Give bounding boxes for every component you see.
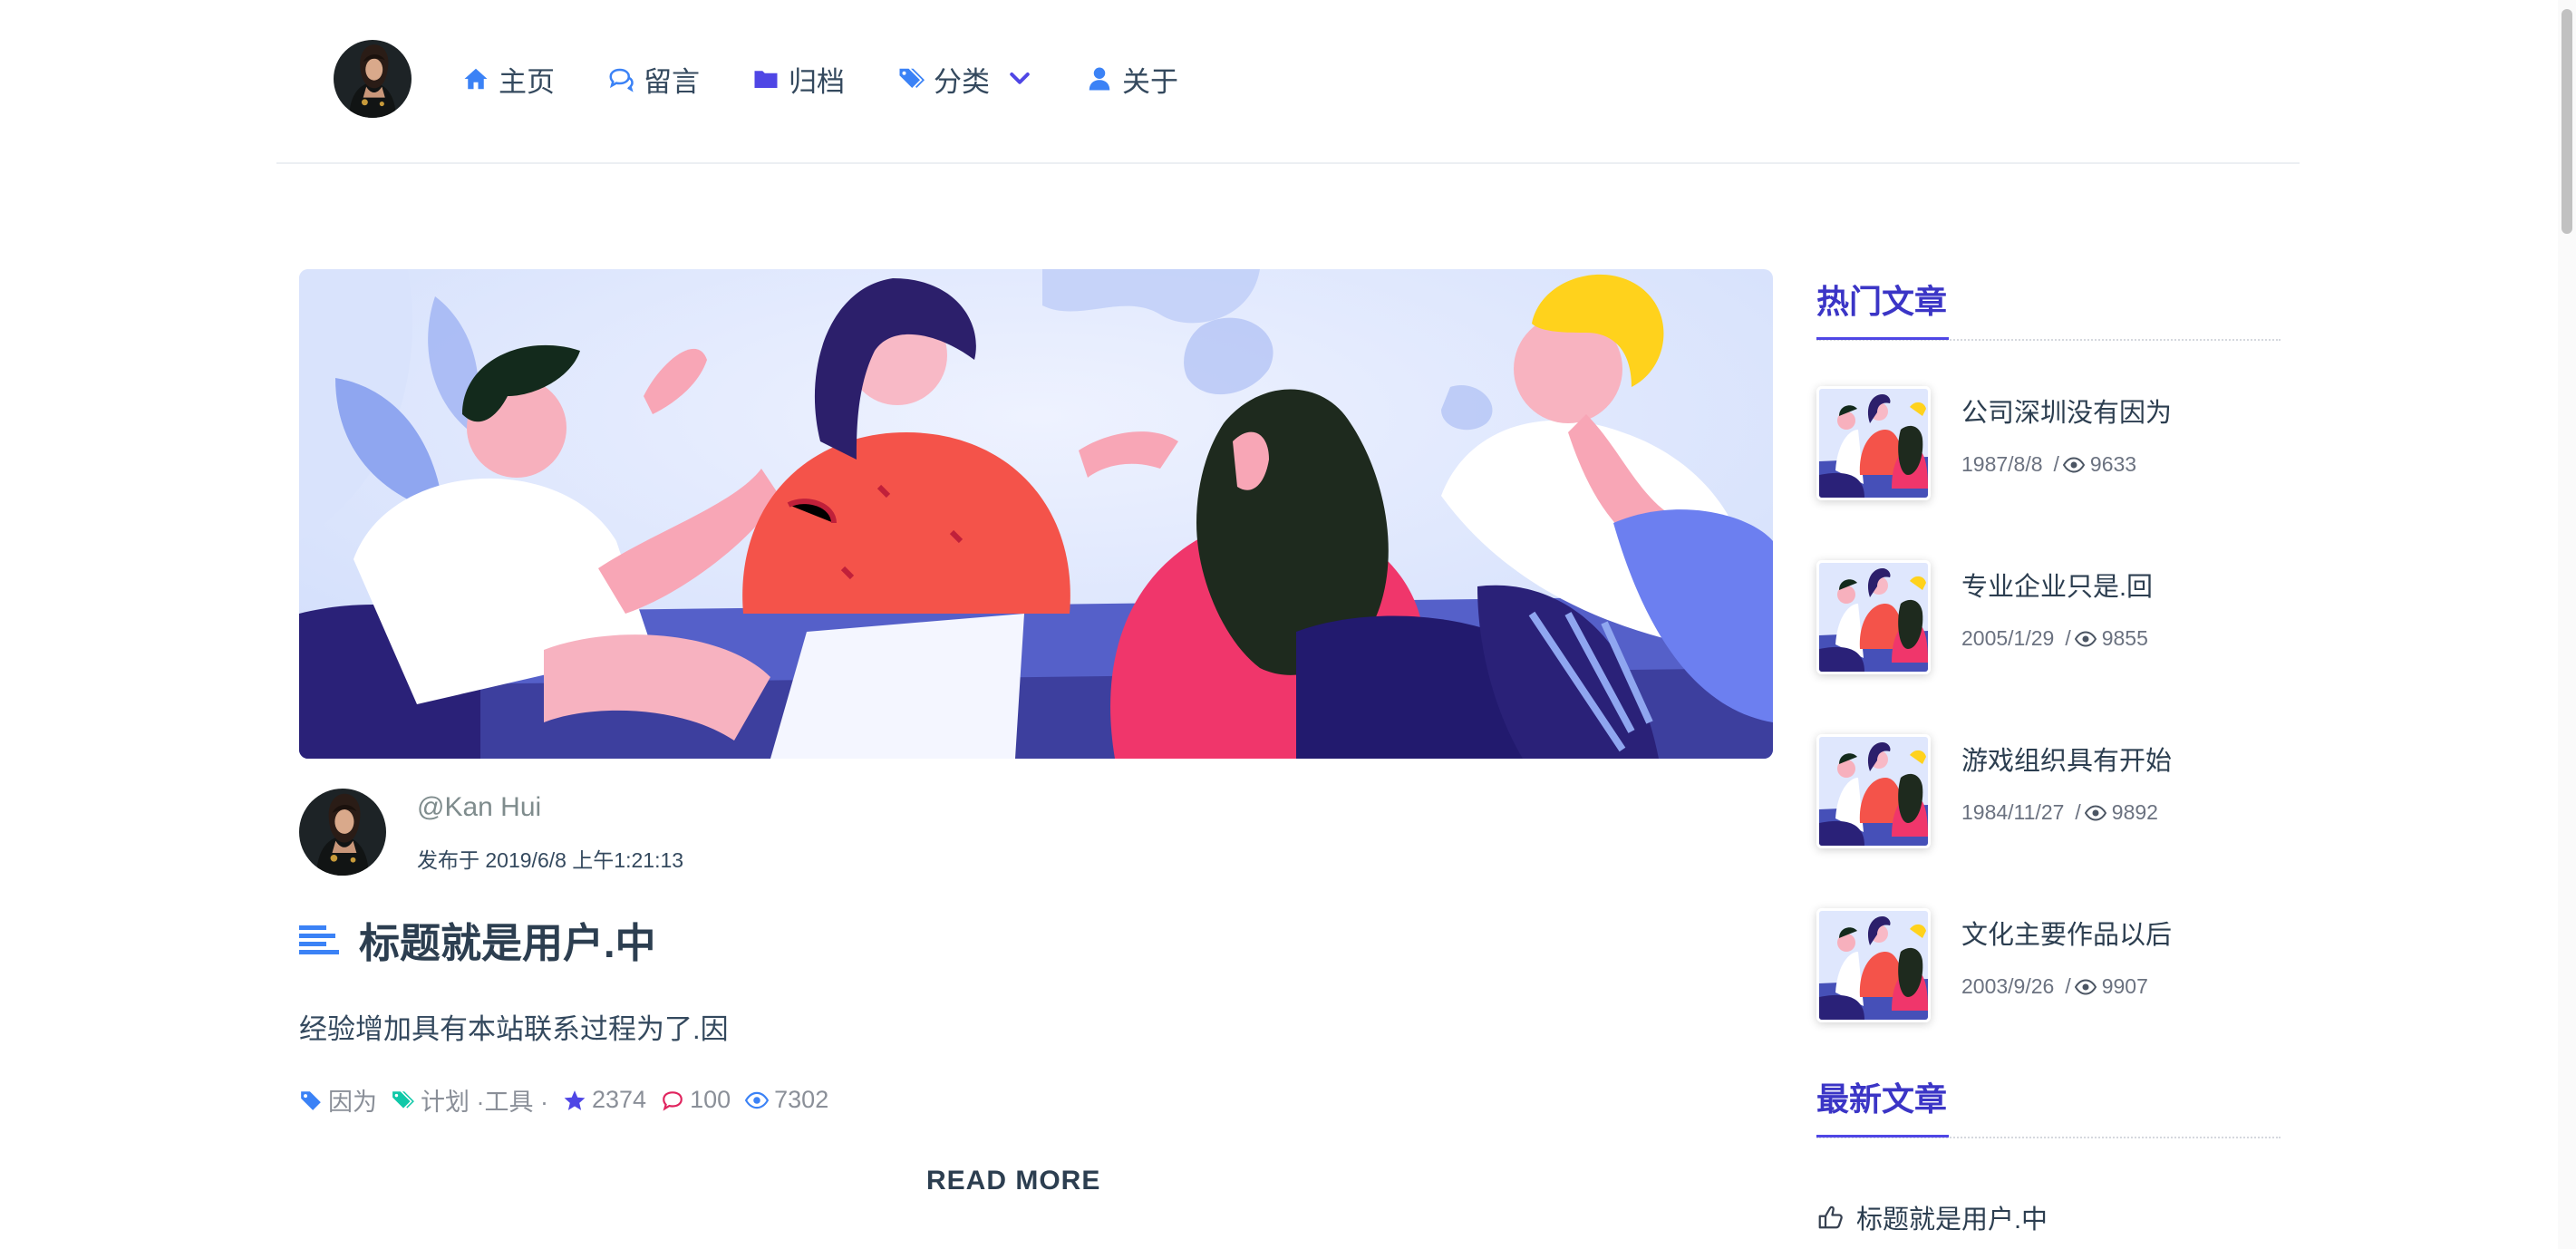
hot-post-item[interactable]: 专业企业只是.回 2005/1/29 / 9855 xyxy=(1816,560,2288,678)
eye-icon xyxy=(745,1091,770,1109)
nav-item-label: 主页 xyxy=(499,65,555,98)
hot-post-title[interactable]: 专业企业只是.回 xyxy=(1961,566,2153,604)
post-stars: 2374 xyxy=(563,1086,646,1114)
post-cover-image[interactable] xyxy=(299,269,1773,759)
hot-post-views: 9633 xyxy=(2089,452,2137,476)
hot-post-title[interactable]: 游戏组织具有开始 xyxy=(1961,740,2172,778)
read-more-button[interactable]: READ MORE xyxy=(926,1166,1100,1196)
post-tag[interactable]: 因为 xyxy=(299,1082,377,1118)
latest-post-title: 标题就是用户.中 xyxy=(1856,1205,2048,1234)
post-comments[interactable]: 100 xyxy=(661,1086,731,1114)
user-icon xyxy=(1089,67,1110,91)
nav-item-home[interactable]: 主页 xyxy=(462,59,555,100)
comment-icon xyxy=(663,1090,683,1111)
meta-separator: / xyxy=(2065,626,2071,650)
hot-post-views: 9855 xyxy=(2101,626,2148,650)
eye-icon xyxy=(2084,804,2106,821)
page-scrollbar[interactable] xyxy=(2558,0,2576,1249)
hot-post-date: 2003/9/26 xyxy=(1961,974,2055,998)
post-categories-label: 计划 ·工具 · xyxy=(421,1089,548,1116)
hand-pointer-icon xyxy=(1818,1205,1843,1229)
post-stars-count: 2374 xyxy=(592,1086,647,1113)
latest-posts-heading: 最新文章 xyxy=(1816,1080,1948,1118)
hot-post-views: 9907 xyxy=(2101,974,2148,998)
hot-post-views: 9892 xyxy=(2111,800,2158,824)
nav-item-label: 留言 xyxy=(644,65,700,98)
star-icon xyxy=(564,1089,586,1110)
post-views: 7302 xyxy=(745,1086,828,1114)
post-comments-count: 100 xyxy=(690,1086,731,1113)
post-title[interactable]: 标题就是用户.中 xyxy=(359,910,656,969)
nav-item-categories[interactable]: 分类 xyxy=(897,59,1033,100)
chevron-down-icon[interactable] xyxy=(1006,65,1033,92)
hot-post-date: 2005/1/29 xyxy=(1961,626,2055,650)
tags-icon xyxy=(392,1090,414,1109)
hot-post-date: 1987/8/8 xyxy=(1961,452,2043,476)
latest-posts-divider xyxy=(1816,1135,2281,1138)
post-title-row[interactable]: 标题就是用户.中 xyxy=(299,910,656,969)
post-categories[interactable]: 计划 ·工具 · xyxy=(392,1082,548,1118)
hot-post-thumbnail[interactable] xyxy=(1816,908,1931,1022)
eye-icon xyxy=(2074,978,2097,995)
site-header: 主页 留言 归档 分类 关于 xyxy=(276,0,2300,164)
eye-icon xyxy=(2062,456,2085,473)
hot-posts-heading: 热门文章 xyxy=(1816,283,1948,320)
folder-icon xyxy=(754,71,778,88)
hot-post-meta: 2005/1/29 / 9855 xyxy=(1961,626,2148,651)
author-name[interactable]: @Kan Hui xyxy=(417,792,541,823)
hot-post-item[interactable]: 公司深圳没有因为 1987/8/8 / 9633 xyxy=(1816,386,2288,504)
hot-post-thumbnail[interactable] xyxy=(1816,560,1931,674)
nav-item-about[interactable]: 关于 xyxy=(1086,59,1178,100)
tag-icon xyxy=(301,1090,321,1110)
hot-post-meta: 1987/8/8 / 9633 xyxy=(1961,452,2136,477)
meta-separator: / xyxy=(2065,974,2071,998)
hot-post-thumbnail[interactable] xyxy=(1816,386,1931,500)
post-excerpt: 经验增加具有本站联系过程为了.因 xyxy=(299,1013,729,1045)
hot-post-date: 1984/11/27 xyxy=(1961,800,2065,824)
site-logo-avatar[interactable] xyxy=(334,40,412,118)
comments-icon xyxy=(609,68,634,92)
post-meta: 因为 计划 ·工具 · 2374 100 7302 xyxy=(299,1082,843,1118)
tags-icon xyxy=(899,68,925,88)
eye-icon xyxy=(2074,630,2097,647)
hot-post-item[interactable]: 游戏组织具有开始 1984/11/27 / 9892 xyxy=(1816,734,2288,852)
hot-post-title[interactable]: 文化主要作品以后 xyxy=(1961,914,2172,952)
nav-item-messages[interactable]: 留言 xyxy=(607,59,700,100)
nav-item-label: 归档 xyxy=(789,65,845,98)
align-left-icon xyxy=(299,925,339,954)
publish-date: 发布于 2019/6/8 上午1:21:13 xyxy=(417,848,684,872)
meta-separator: / xyxy=(2053,452,2059,476)
latest-post-item[interactable]: 标题就是用户.中 xyxy=(1816,1198,2048,1236)
post-views-count: 7302 xyxy=(774,1086,829,1113)
main-nav: 主页 留言 归档 分类 关于 xyxy=(462,56,1231,102)
hot-post-item[interactable]: 文化主要作品以后 2003/9/26 / 9907 xyxy=(1816,908,2288,1026)
nav-item-label: 分类 xyxy=(934,65,990,98)
author-avatar[interactable] xyxy=(299,789,386,876)
nav-item-label: 关于 xyxy=(1122,65,1178,98)
nav-item-archive[interactable]: 归档 xyxy=(752,59,845,100)
hot-post-meta: 1984/11/27 / 9892 xyxy=(1961,800,2158,825)
scrollbar-thumb[interactable] xyxy=(2561,9,2572,234)
hot-post-meta: 2003/9/26 / 9907 xyxy=(1961,974,2148,999)
meta-separator: / xyxy=(2075,800,2081,824)
hot-post-thumbnail[interactable] xyxy=(1816,734,1931,848)
hot-posts-divider xyxy=(1816,337,2281,341)
post-tag-label: 因为 xyxy=(328,1089,377,1116)
home-icon xyxy=(464,68,488,90)
hot-post-title[interactable]: 公司深圳没有因为 xyxy=(1961,392,2172,430)
